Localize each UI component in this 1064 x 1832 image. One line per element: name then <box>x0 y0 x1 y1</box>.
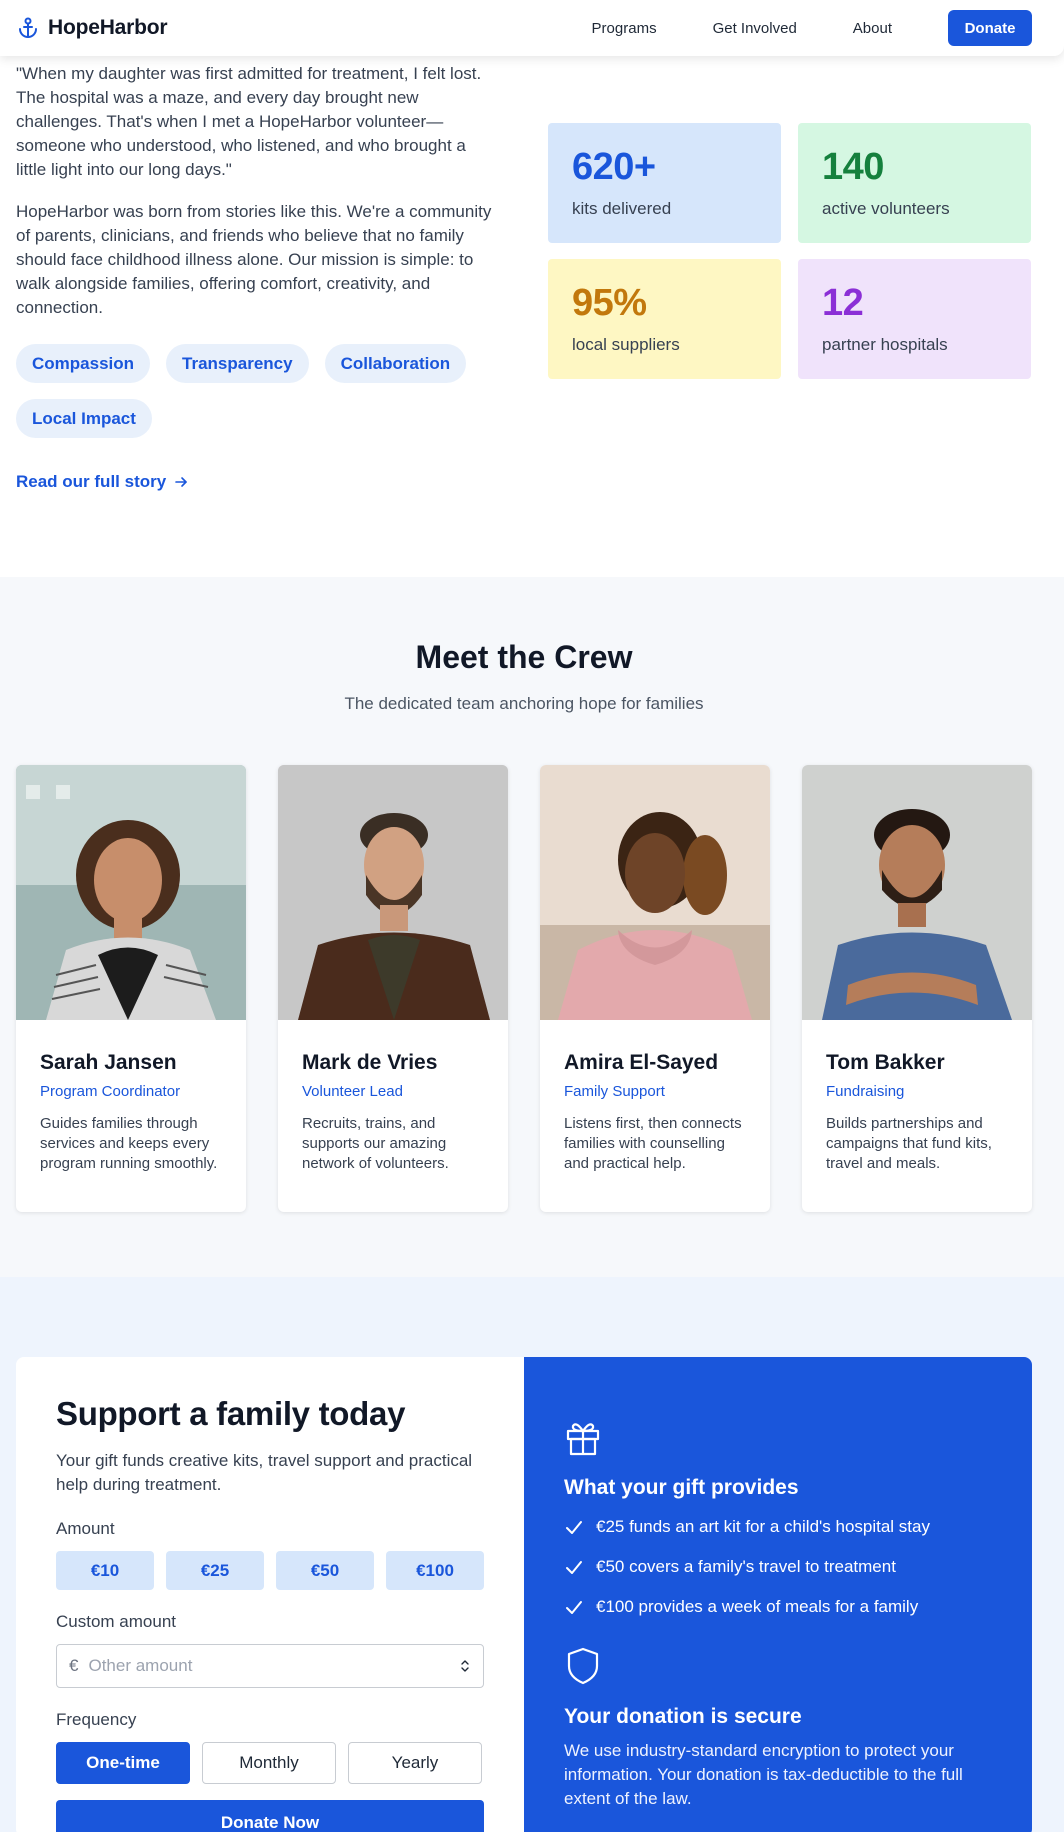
benefit-item: €25 funds an art kit for a child's hospi… <box>564 1514 992 1540</box>
header-donate-button[interactable]: Donate <box>948 10 1032 46</box>
check-icon <box>566 1561 582 1574</box>
stat-value: 620+ <box>572 146 656 188</box>
benefit-list: €25 funds an art kit for a child's hospi… <box>564 1514 992 1620</box>
secure-heading: Your donation is secure <box>564 1705 802 1728</box>
member-photo <box>278 765 508 1020</box>
donation-form: Support a family today Your gift funds c… <box>16 1357 524 1832</box>
member-photo <box>802 765 1032 1020</box>
member-name: Sarah Jansen <box>40 1051 177 1074</box>
spinner-arrows-icon[interactable] <box>459 1657 471 1675</box>
read-story-label: Read our full story <box>16 472 167 491</box>
secure-text: We use industry-standard encryption to p… <box>564 1741 963 1808</box>
value-pill: Local Impact <box>16 399 152 438</box>
benefit-item: €50 covers a family's travel to treatmen… <box>564 1554 992 1580</box>
member-name: Mark de Vries <box>302 1051 438 1074</box>
frequency-label: Frequency <box>56 1710 137 1729</box>
mission-text: HopeHarbor was born from stories like th… <box>16 202 492 317</box>
custom-amount-input[interactable] <box>88 1656 459 1676</box>
member-description: Guides families through services and kee… <box>40 1115 218 1172</box>
member-description: Builds partnerships and campaigns that f… <box>826 1115 992 1172</box>
read-story-link[interactable]: Read our full story <box>16 472 496 492</box>
stat-card-volunteers: 140 active volunteers <box>798 123 1031 243</box>
values-list: Compassion Transparency Collaboration Lo… <box>16 344 496 438</box>
crew-card: Tom Bakker Fundraising Builds partnershi… <box>802 765 1032 1212</box>
amount-options: €10 €25 €50 €100 <box>56 1551 484 1590</box>
stat-label: kits delivered <box>572 199 672 218</box>
crew-card: Amira El-Sayed Family Support Listens fi… <box>540 765 770 1212</box>
check-icon <box>566 1521 582 1534</box>
crew-section: Meet the Crew The dedicated team anchori… <box>0 577 1064 1277</box>
brand-logo[interactable]: HopeHarbor <box>16 16 168 40</box>
stat-label: active volunteers <box>822 199 950 218</box>
crew-cards: Sarah Jansen Program Coordinator Guides … <box>16 765 1032 1212</box>
site-header: HopeHarbor Programs Get Involved About D… <box>0 0 1064 56</box>
stat-value: 95% <box>572 282 647 324</box>
crew-subtitle: The dedicated team anchoring hope for fa… <box>344 694 704 713</box>
donation-section: Support a family today Your gift funds c… <box>0 1277 1064 1832</box>
crew-card: Sarah Jansen Program Coordinator Guides … <box>16 765 246 1212</box>
donation-card: Support a family today Your gift funds c… <box>16 1357 1032 1832</box>
frequency-yearly-button[interactable]: Yearly <box>348 1742 482 1784</box>
frequency-options: One-time Monthly Yearly <box>56 1742 484 1784</box>
amount-button-50[interactable]: €50 <box>276 1551 374 1590</box>
member-role: Fundraising <box>826 1083 905 1100</box>
donation-subtitle: Your gift funds creative kits, travel su… <box>56 1451 473 1494</box>
donate-now-button[interactable]: Donate Now <box>56 1800 484 1832</box>
value-pill: Collaboration <box>324 344 467 383</box>
member-photo <box>16 765 246 1020</box>
member-role: Program Coordinator <box>40 1083 181 1100</box>
member-description: Listens first, then connects families wi… <box>564 1115 742 1172</box>
benefit-text: €25 funds an art kit for a child's hospi… <box>596 1517 930 1536</box>
amount-button-25[interactable]: €25 <box>166 1551 264 1590</box>
benefit-item: €100 provides a week of meals for a fami… <box>564 1594 992 1620</box>
frequency-one-time-button[interactable]: One-time <box>56 1742 190 1784</box>
story-quote: "When my daughter was first admitted for… <box>16 64 482 179</box>
currency-symbol: € <box>69 1656 79 1675</box>
anchor-icon <box>19 17 37 38</box>
benefit-text: €100 provides a week of meals for a fami… <box>596 1597 919 1616</box>
shield-icon <box>567 1647 599 1685</box>
stat-card-hospitals: 12 partner hospitals <box>798 259 1031 379</box>
stat-value: 12 <box>822 282 864 324</box>
crew-title: Meet the Crew <box>415 639 633 675</box>
check-icon <box>566 1601 582 1614</box>
custom-amount-field: € <box>56 1644 484 1688</box>
member-role: Family Support <box>564 1083 665 1100</box>
amount-label: Amount <box>56 1519 115 1538</box>
main-nav: Programs Get Involved About Donate <box>592 10 1032 46</box>
gift-info-panel: What your gift provides €25 funds an art… <box>524 1357 1032 1832</box>
member-role: Volunteer Lead <box>302 1083 403 1100</box>
crew-card: Mark de Vries Volunteer Lead Recruits, t… <box>278 765 508 1212</box>
arrow-right-icon <box>175 477 187 487</box>
custom-amount-label: Custom amount <box>56 1612 176 1631</box>
brand-name: HopeHarbor <box>48 16 168 39</box>
donation-title: Support a family today <box>56 1395 406 1432</box>
value-pill: Compassion <box>16 344 151 383</box>
impact-stats: 620+ kits delivered 140 active volunteer… <box>548 123 1032 379</box>
member-description: Recruits, trains, and supports our amazi… <box>302 1115 449 1172</box>
amount-button-100[interactable]: €100 <box>386 1551 484 1590</box>
nav-about[interactable]: About <box>853 20 892 37</box>
stat-card-suppliers: 95% local suppliers <box>548 259 781 379</box>
member-name: Tom Bakker <box>826 1051 945 1074</box>
story-section: "When my daughter was first admitted for… <box>16 62 496 492</box>
member-name: Amira El-Sayed <box>564 1051 719 1074</box>
stat-card-kits: 620+ kits delivered <box>548 123 781 243</box>
frequency-monthly-button[interactable]: Monthly <box>202 1742 336 1784</box>
amount-button-10[interactable]: €10 <box>56 1551 154 1590</box>
stat-value: 140 <box>822 146 884 188</box>
gift-icon <box>566 1423 600 1456</box>
gift-heading: What your gift provides <box>564 1476 799 1499</box>
nav-programs[interactable]: Programs <box>592 20 657 37</box>
stat-label: partner hospitals <box>822 335 948 354</box>
nav-get-involved[interactable]: Get Involved <box>713 20 797 37</box>
member-photo <box>540 765 770 1020</box>
value-pill: Transparency <box>166 344 309 383</box>
benefit-text: €50 covers a family's travel to treatmen… <box>596 1557 896 1576</box>
stat-label: local suppliers <box>572 335 680 354</box>
